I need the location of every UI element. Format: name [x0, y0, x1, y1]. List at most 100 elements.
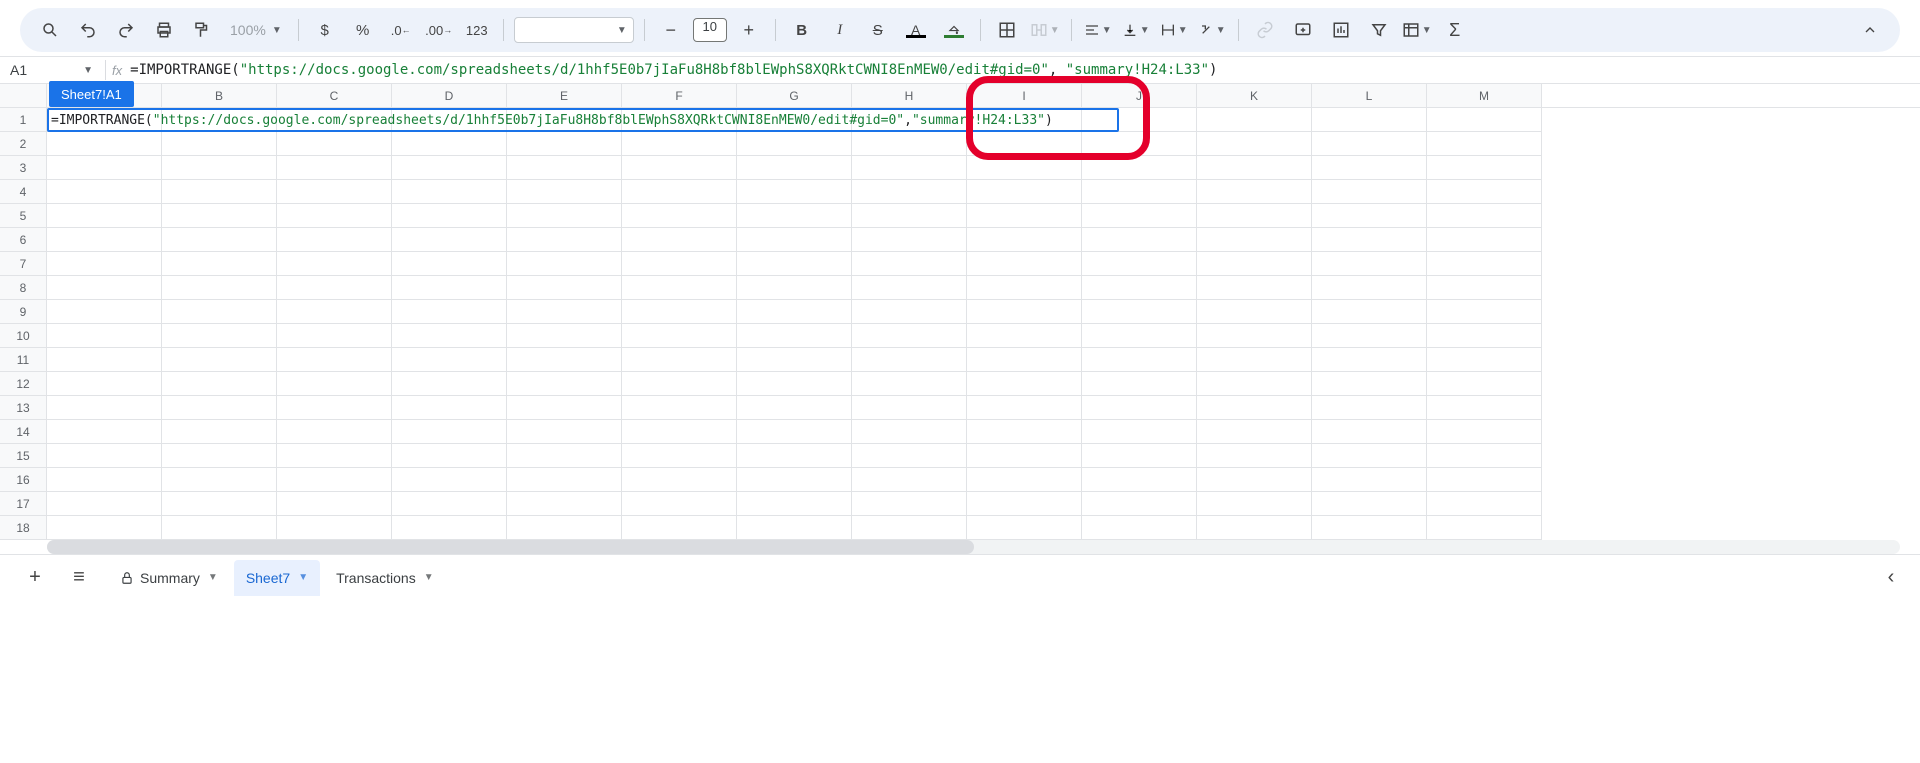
cell[interactable] — [507, 516, 622, 540]
cell[interactable] — [622, 372, 737, 396]
cell[interactable] — [277, 204, 392, 228]
insert-link-button[interactable] — [1249, 14, 1281, 46]
cell[interactable] — [1312, 228, 1427, 252]
cell[interactable] — [737, 300, 852, 324]
cell[interactable] — [1427, 348, 1542, 372]
cell[interactable] — [737, 204, 852, 228]
cell[interactable] — [967, 228, 1082, 252]
column-header[interactable]: H — [852, 84, 967, 107]
cell[interactable] — [1082, 348, 1197, 372]
cell[interactable] — [852, 204, 967, 228]
cell[interactable] — [162, 180, 277, 204]
cell[interactable] — [622, 396, 737, 420]
cell[interactable] — [1082, 468, 1197, 492]
cell[interactable] — [967, 468, 1082, 492]
strikethrough-button[interactable]: S — [862, 14, 894, 46]
cell[interactable] — [277, 108, 392, 132]
cell[interactable] — [507, 348, 622, 372]
cell[interactable] — [1427, 252, 1542, 276]
cell[interactable] — [737, 444, 852, 468]
row-header[interactable]: 13 — [0, 396, 47, 420]
cell[interactable] — [277, 300, 392, 324]
cell[interactable] — [622, 132, 737, 156]
cell[interactable] — [162, 300, 277, 324]
select-all-corner[interactable] — [0, 84, 47, 107]
cell[interactable] — [1082, 396, 1197, 420]
cell[interactable] — [47, 348, 162, 372]
cell[interactable] — [1082, 252, 1197, 276]
cell[interactable] — [392, 204, 507, 228]
cell[interactable] — [852, 108, 967, 132]
cell[interactable] — [47, 276, 162, 300]
cell[interactable] — [1312, 444, 1427, 468]
cell[interactable] — [47, 228, 162, 252]
cell[interactable] — [392, 108, 507, 132]
cell[interactable] — [967, 300, 1082, 324]
cell[interactable] — [622, 228, 737, 252]
cell[interactable] — [47, 492, 162, 516]
cell[interactable] — [507, 492, 622, 516]
italic-button[interactable]: I — [824, 14, 856, 46]
cell[interactable] — [1082, 180, 1197, 204]
column-header[interactable]: C — [277, 84, 392, 107]
cell[interactable] — [622, 300, 737, 324]
cell[interactable] — [162, 228, 277, 252]
cell[interactable] — [392, 276, 507, 300]
cell[interactable] — [1197, 492, 1312, 516]
row-header[interactable]: 8 — [0, 276, 47, 300]
cell[interactable] — [392, 420, 507, 444]
borders-button[interactable] — [991, 14, 1023, 46]
scrollbar-thumb[interactable] — [47, 540, 974, 554]
cell[interactable] — [852, 324, 967, 348]
cell[interactable] — [507, 204, 622, 228]
row-header[interactable]: 7 — [0, 252, 47, 276]
decrease-decimal-icon[interactable]: .0← — [385, 14, 417, 46]
cell[interactable] — [277, 372, 392, 396]
cell[interactable] — [392, 492, 507, 516]
cell[interactable] — [737, 420, 852, 444]
cell[interactable] — [277, 252, 392, 276]
cell[interactable] — [852, 300, 967, 324]
cell[interactable] — [392, 324, 507, 348]
range-reference-chip[interactable]: Sheet7!A1 — [49, 81, 134, 107]
cell[interactable] — [1197, 420, 1312, 444]
sheet-tab[interactable]: Transactions▼ — [324, 560, 446, 596]
cell[interactable] — [507, 156, 622, 180]
cell[interactable] — [967, 492, 1082, 516]
vertical-align-button[interactable]: ▼ — [1120, 14, 1152, 46]
expand-side-panel-icon[interactable]: ‹ — [1876, 563, 1906, 593]
cell[interactable] — [162, 276, 277, 300]
cell[interactable] — [1312, 132, 1427, 156]
chevron-down-icon[interactable]: ▼ — [298, 572, 308, 583]
cell[interactable] — [1082, 276, 1197, 300]
row-header[interactable]: 12 — [0, 372, 47, 396]
cell[interactable] — [1197, 348, 1312, 372]
cell[interactable] — [737, 396, 852, 420]
bold-button[interactable]: B — [786, 14, 818, 46]
cell[interactable] — [1312, 396, 1427, 420]
horizontal-scrollbar[interactable] — [47, 540, 1900, 554]
cell[interactable] — [277, 396, 392, 420]
row-header[interactable]: 9 — [0, 300, 47, 324]
cell[interactable] — [47, 108, 162, 132]
undo-icon[interactable] — [72, 14, 104, 46]
cell[interactable] — [852, 348, 967, 372]
cell[interactable] — [507, 444, 622, 468]
cell[interactable] — [162, 348, 277, 372]
cell[interactable] — [1197, 300, 1312, 324]
percent-icon[interactable]: % — [347, 14, 379, 46]
cell[interactable] — [852, 516, 967, 540]
cell[interactable] — [392, 156, 507, 180]
cell[interactable] — [1312, 252, 1427, 276]
cell[interactable] — [622, 468, 737, 492]
cell[interactable] — [852, 180, 967, 204]
row-header[interactable]: 15 — [0, 444, 47, 468]
cell[interactable] — [507, 228, 622, 252]
cell[interactable] — [1197, 396, 1312, 420]
cell[interactable] — [392, 252, 507, 276]
cell[interactable] — [392, 396, 507, 420]
column-header[interactable]: F — [622, 84, 737, 107]
all-sheets-button[interactable]: ≡ — [64, 563, 94, 593]
cell[interactable] — [47, 468, 162, 492]
cell[interactable] — [967, 204, 1082, 228]
